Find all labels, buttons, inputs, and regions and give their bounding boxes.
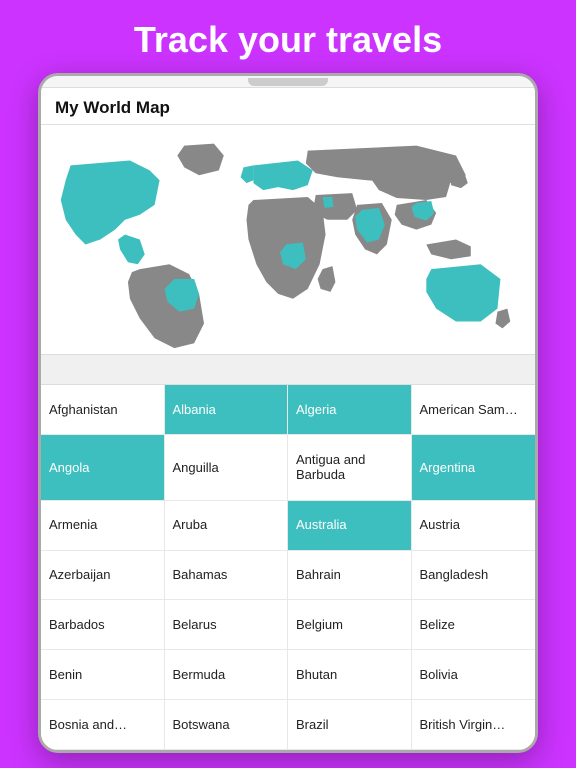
country-cell[interactable]: Bermuda	[165, 650, 289, 700]
country-cell[interactable]: Armenia	[41, 501, 165, 551]
country-cell[interactable]: American Sam…	[412, 385, 536, 435]
country-cell[interactable]: Bosnia and…	[41, 700, 165, 750]
country-cell[interactable]: Brazil	[288, 700, 412, 750]
country-cell[interactable]: Antigua and Barbuda	[288, 435, 412, 501]
header: Track your travels	[114, 0, 462, 73]
country-cell[interactable]: Barbados	[41, 600, 165, 650]
country-cell[interactable]: Albania	[165, 385, 289, 435]
country-cell[interactable]: Bhutan	[288, 650, 412, 700]
country-cell[interactable]: Belgium	[288, 600, 412, 650]
app-header: My World Map	[41, 88, 535, 125]
country-cell[interactable]: Belarus	[165, 600, 289, 650]
country-cell[interactable]: Angola	[41, 435, 165, 501]
country-cell[interactable]: Bangladesh	[412, 551, 536, 601]
country-cell[interactable]: Afghanistan	[41, 385, 165, 435]
country-cell[interactable]: Benin	[41, 650, 165, 700]
country-cell[interactable]: Anguilla	[165, 435, 289, 501]
world-map-svg	[41, 125, 535, 354]
notch	[248, 78, 328, 86]
countries-grid: AfghanistanAlbaniaAlgeriaAmerican Sam…An…	[41, 385, 535, 750]
section-divider	[41, 355, 535, 385]
country-cell[interactable]: Botswana	[165, 700, 289, 750]
country-cell[interactable]: Australia	[288, 501, 412, 551]
page-title: Track your travels	[114, 0, 462, 73]
country-cell[interactable]: Aruba	[165, 501, 289, 551]
country-cell[interactable]: Azerbaijan	[41, 551, 165, 601]
country-cell[interactable]: Bolivia	[412, 650, 536, 700]
country-cell[interactable]: Argentina	[412, 435, 536, 501]
country-cell[interactable]: Austria	[412, 501, 536, 551]
country-cell[interactable]: Belize	[412, 600, 536, 650]
app-title: My World Map	[55, 98, 170, 117]
country-cell[interactable]: Algeria	[288, 385, 412, 435]
country-cell[interactable]: British Virgin…	[412, 700, 536, 750]
status-bar	[41, 76, 535, 88]
country-cell[interactable]: Bahrain	[288, 551, 412, 601]
country-cell[interactable]: Bahamas	[165, 551, 289, 601]
device-frame: My World Map	[38, 73, 538, 753]
world-map-section[interactable]	[41, 125, 535, 355]
